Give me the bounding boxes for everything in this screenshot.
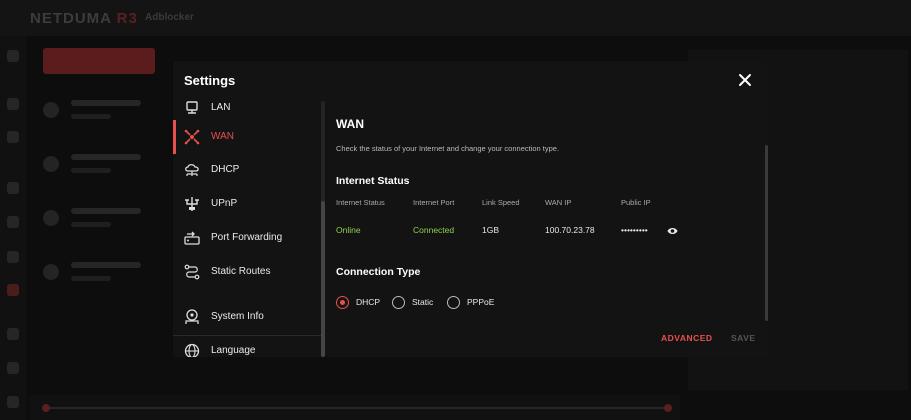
column-header: Internet Port [413,198,455,207]
content-scrollbar[interactable] [765,145,768,321]
sidebar-item-static-routes[interactable]: Static Routes [173,255,321,289]
sidebar-item-upnp[interactable]: UPnP [173,187,321,221]
globe-icon [184,343,200,357]
advanced-button[interactable]: ADVANCED [661,333,713,343]
page-name: Adblocker [145,12,194,23]
radio-label: Static [412,297,434,307]
sidebar-item-label: UPnP [211,198,238,209]
dhcp-icon [184,162,200,178]
background-card [43,202,153,238]
sidebar-item-label: System Info [211,311,264,322]
sidebar-item-label: DHCP [211,164,240,175]
settings-modal: Settings LAN WAN DHCP UPnP Port Forwardi… [173,61,768,357]
section-title: WAN [336,117,364,131]
connection-type-heading: Connection Type [336,266,421,278]
nav-rail [0,36,26,420]
background-button [43,48,155,74]
sidebar-scrollbar-thumb[interactable] [321,201,325,357]
sidebar-item-label: LAN [211,102,231,113]
sidebar-item-label: Language [211,345,256,356]
upnp-icon [184,196,200,212]
close-button[interactable] [738,73,752,87]
column-header: WAN IP [545,198,572,207]
eye-icon [667,228,678,234]
wan-panel: WAN Check the status of your Internet an… [336,101,756,357]
internet-status-value: Online [336,225,361,235]
radio-label: PPPoE [467,297,495,307]
sidebar-item-label: WAN [211,131,234,142]
show-ip-button[interactable] [667,223,678,234]
static-routes-icon [184,264,200,280]
column-header: Internet Status [336,198,385,207]
wan-icon [184,129,200,145]
radio-label: DHCP [356,297,381,307]
sidebar-item-system-info[interactable]: System Info [173,300,321,334]
background-slider [30,395,680,420]
modal-title: Settings [184,73,236,88]
background-card [43,256,153,292]
radio-dhcp[interactable]: DHCP [336,296,386,310]
column-header: Link Speed [482,198,520,207]
section-description: Check the status of your Internet and ch… [336,144,560,153]
public-ip-value: ••••••••• [621,225,648,235]
sidebar-item-label: Port Forwarding [211,232,283,243]
lan-icon [184,101,200,116]
sidebar-item-label: Static Routes [211,266,271,277]
background-card [43,94,153,130]
background-card [43,148,153,184]
column-header: Public IP [621,198,651,207]
radio-circle [392,296,405,309]
settings-sidebar: LAN WAN DHCP UPnP Port Forwarding Static… [173,101,327,357]
radio-circle [336,296,349,309]
sidebar-item-language[interactable]: Language [173,334,321,357]
sidebar-item-port-forwarding[interactable]: Port Forwarding [173,221,321,255]
save-button[interactable]: SAVE [731,333,756,343]
internet-status-heading: Internet Status [336,175,410,187]
close-icon [739,74,751,86]
wan-ip-value: 100.70.23.78 [545,225,595,235]
sidebar-item-wan[interactable]: WAN [173,120,321,154]
radio-pppoe[interactable]: PPPoE [447,296,503,310]
port-forwarding-icon [184,230,200,246]
active-indicator [173,120,176,154]
radio-static[interactable]: Static [392,296,442,310]
sidebar-item-dhcp[interactable]: DHCP [173,153,321,187]
top-bar: NETDUMA R3 Adblocker [0,0,911,36]
system-info-icon [184,309,200,325]
app-logo: NETDUMA R3 [30,10,138,27]
radio-circle [447,296,460,309]
link-speed-value: 1GB [482,225,500,235]
internet-port-value: Connected [413,225,455,235]
